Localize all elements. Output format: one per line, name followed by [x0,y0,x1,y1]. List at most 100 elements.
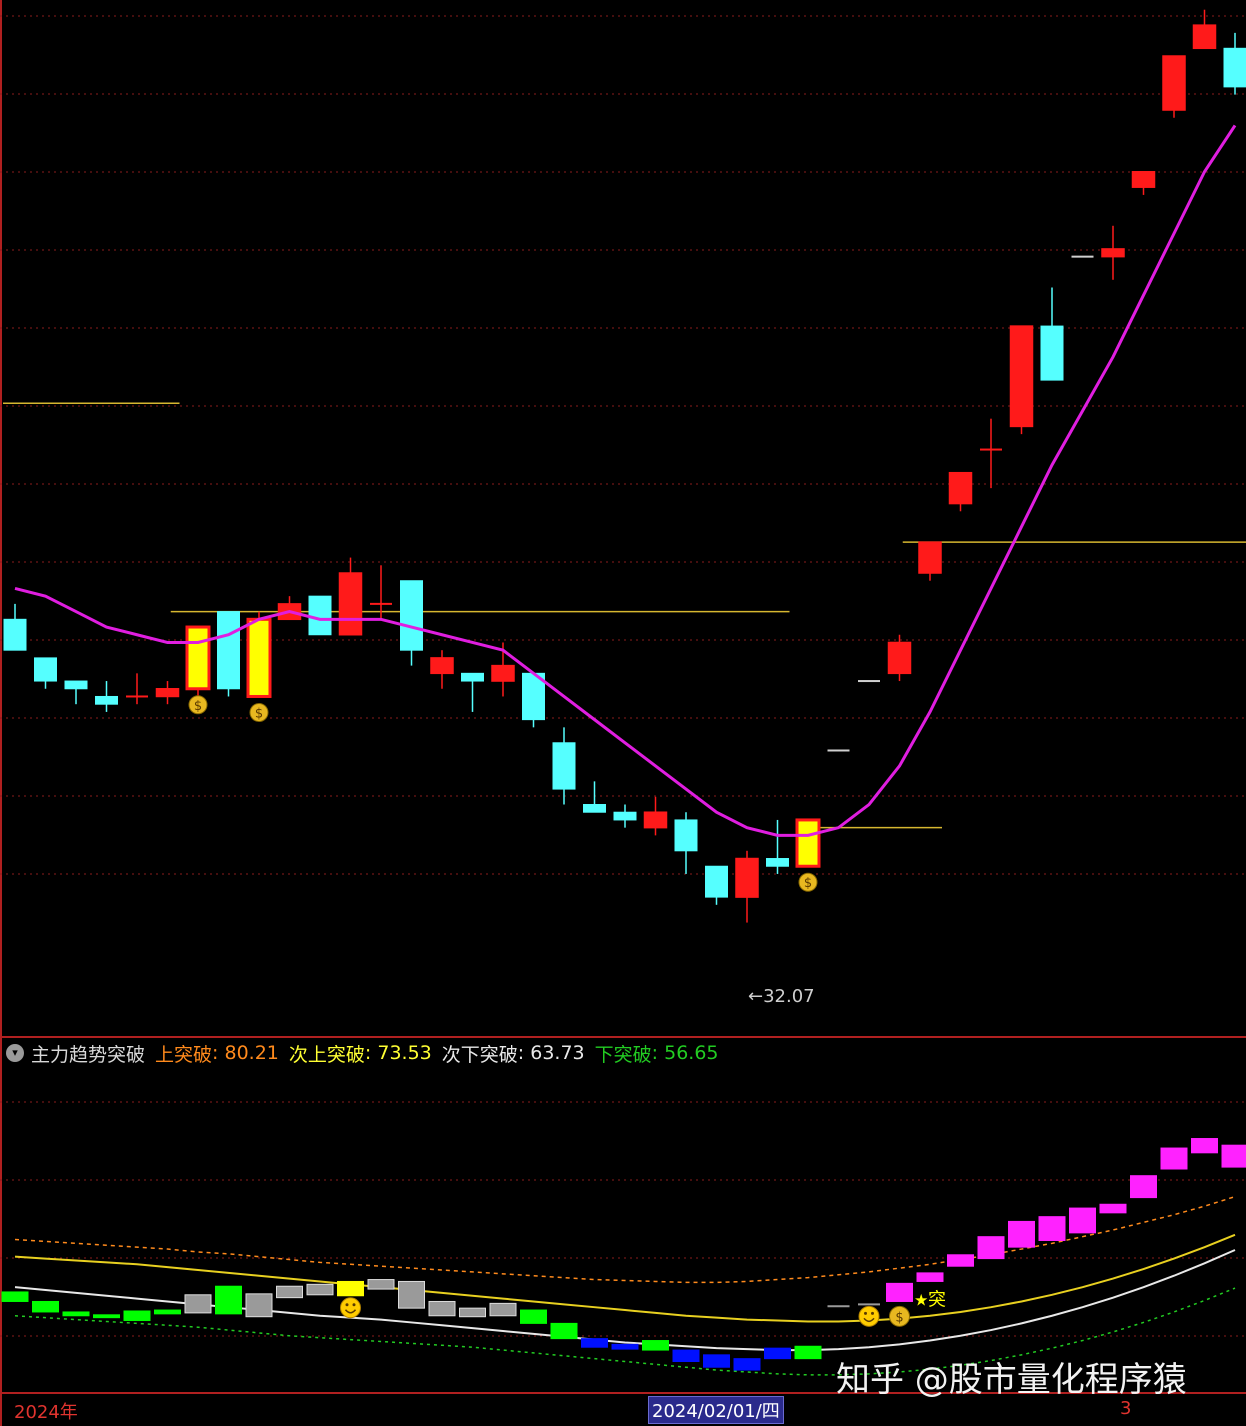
indicator-block [642,1340,669,1351]
indicator-block [306,1283,334,1296]
star-icon: ★ [914,1290,928,1309]
signal-candle [185,625,211,691]
candle-body [491,664,515,682]
indicator-block [428,1300,456,1317]
candle-body [34,657,57,682]
candle-body [766,858,789,867]
indicator-block [1221,1144,1246,1168]
indicator-header: ▾ 主力趋势突破 上突破: 80.21 次上突破: 73.53 次下突破: 63… [6,1040,729,1066]
indicator-block [703,1354,730,1368]
x-axis-label-month: 3 [1120,1398,1132,1419]
candle-body [95,695,118,705]
indicator-block [916,1272,944,1282]
label-up1: 上突破 [155,1043,213,1066]
indicator-block [215,1285,242,1315]
breakout-mark-text: 突 [928,1289,946,1310]
candle-body [827,749,850,752]
value-up1: : 80.21 [212,1042,279,1064]
indicator-block [764,1347,791,1360]
indicator-block [947,1254,974,1267]
candle-body [338,572,363,636]
candle-body [1009,325,1034,428]
smiley-eye [352,1303,356,1307]
candle-body [155,688,180,698]
x-axis-label-cursor-date[interactable]: 2024/02/01/四 [648,1396,784,1424]
indicator-block [977,1236,1005,1260]
indicator-block [489,1302,517,1317]
candle-body [1192,24,1217,50]
smiley-eye [345,1303,349,1307]
chevron-down-icon[interactable]: ▾ [6,1044,24,1062]
indicator-block [337,1280,364,1297]
candle-body [400,580,423,651]
candle-body [613,811,637,821]
candle-body [1040,325,1064,381]
candle-body [735,857,759,898]
low-price-label: ←32.07 [748,986,815,1007]
candle-body [430,657,454,675]
money-bag-glyph: $ [194,699,202,714]
candle-body [948,471,973,505]
indicator-block [794,1345,822,1360]
smiley-eye [871,1311,874,1315]
label-up2: 次上突破 [288,1043,365,1066]
signal-candle [795,818,821,868]
indicator-block [1160,1147,1188,1170]
candle-body [918,541,942,574]
smiley-eye [864,1311,867,1315]
indicator-block [1038,1216,1066,1241]
indicator-block [1099,1203,1127,1214]
price-chart[interactable]: $ $ $ $ ★ 突 [0,0,1246,1426]
indicator-block [398,1280,425,1309]
candle-body [217,611,240,690]
indicator-block [1069,1207,1096,1234]
candle-body [461,672,484,682]
candle-body [705,865,728,898]
candle-body [1071,255,1094,258]
indicator-block [62,1311,90,1317]
indicator-block [886,1282,913,1302]
candle-body [552,742,576,790]
indicator-block [1008,1220,1035,1248]
x-axis-label-year: 2024年 [14,1402,78,1423]
indicator-block [367,1279,395,1290]
candle-body [643,811,668,829]
indicator-block [672,1349,700,1363]
candle-body [1101,248,1125,258]
candle-body [1223,47,1246,88]
label-dn2: 次下突破 [441,1043,518,1066]
indicator-block [93,1314,120,1319]
indicator-block [611,1343,639,1350]
smiley-icon [340,1297,361,1319]
candle-body [583,804,606,813]
indicator-block [276,1285,303,1299]
candle-body [674,819,698,852]
indicator-block [459,1307,486,1318]
candle-body [308,595,332,636]
indicator-block [32,1300,59,1313]
indicator-block [550,1322,578,1340]
watermark: 知乎 @股市量化程序猿 [836,1360,1187,1400]
smiley-icon [858,1305,880,1327]
candle-body [1162,55,1186,111]
label-dn1: 下突破 [594,1043,652,1066]
indicator-block [1,1291,29,1302]
money-bag-glyph: $ [804,876,812,891]
candle-body [370,602,392,605]
indicator-block [123,1310,151,1322]
moving-average-line [14,124,1237,837]
indicator-block [184,1294,212,1314]
indicator-block [581,1338,608,1348]
candle-body [858,680,880,683]
candle-body [3,618,27,651]
indicator-block [245,1293,273,1318]
candle-body [887,641,912,675]
value-up2: : 73.53 [364,1042,432,1064]
indicator-name: 主力趋势突破 [31,1043,146,1066]
value-dn1: : 56.65 [651,1042,719,1064]
indicator-block [154,1309,181,1315]
money-bag-glyph: $ [895,1310,903,1325]
candle-body [980,448,1002,451]
candle-body [1131,171,1156,188]
signal-candle [246,617,272,698]
